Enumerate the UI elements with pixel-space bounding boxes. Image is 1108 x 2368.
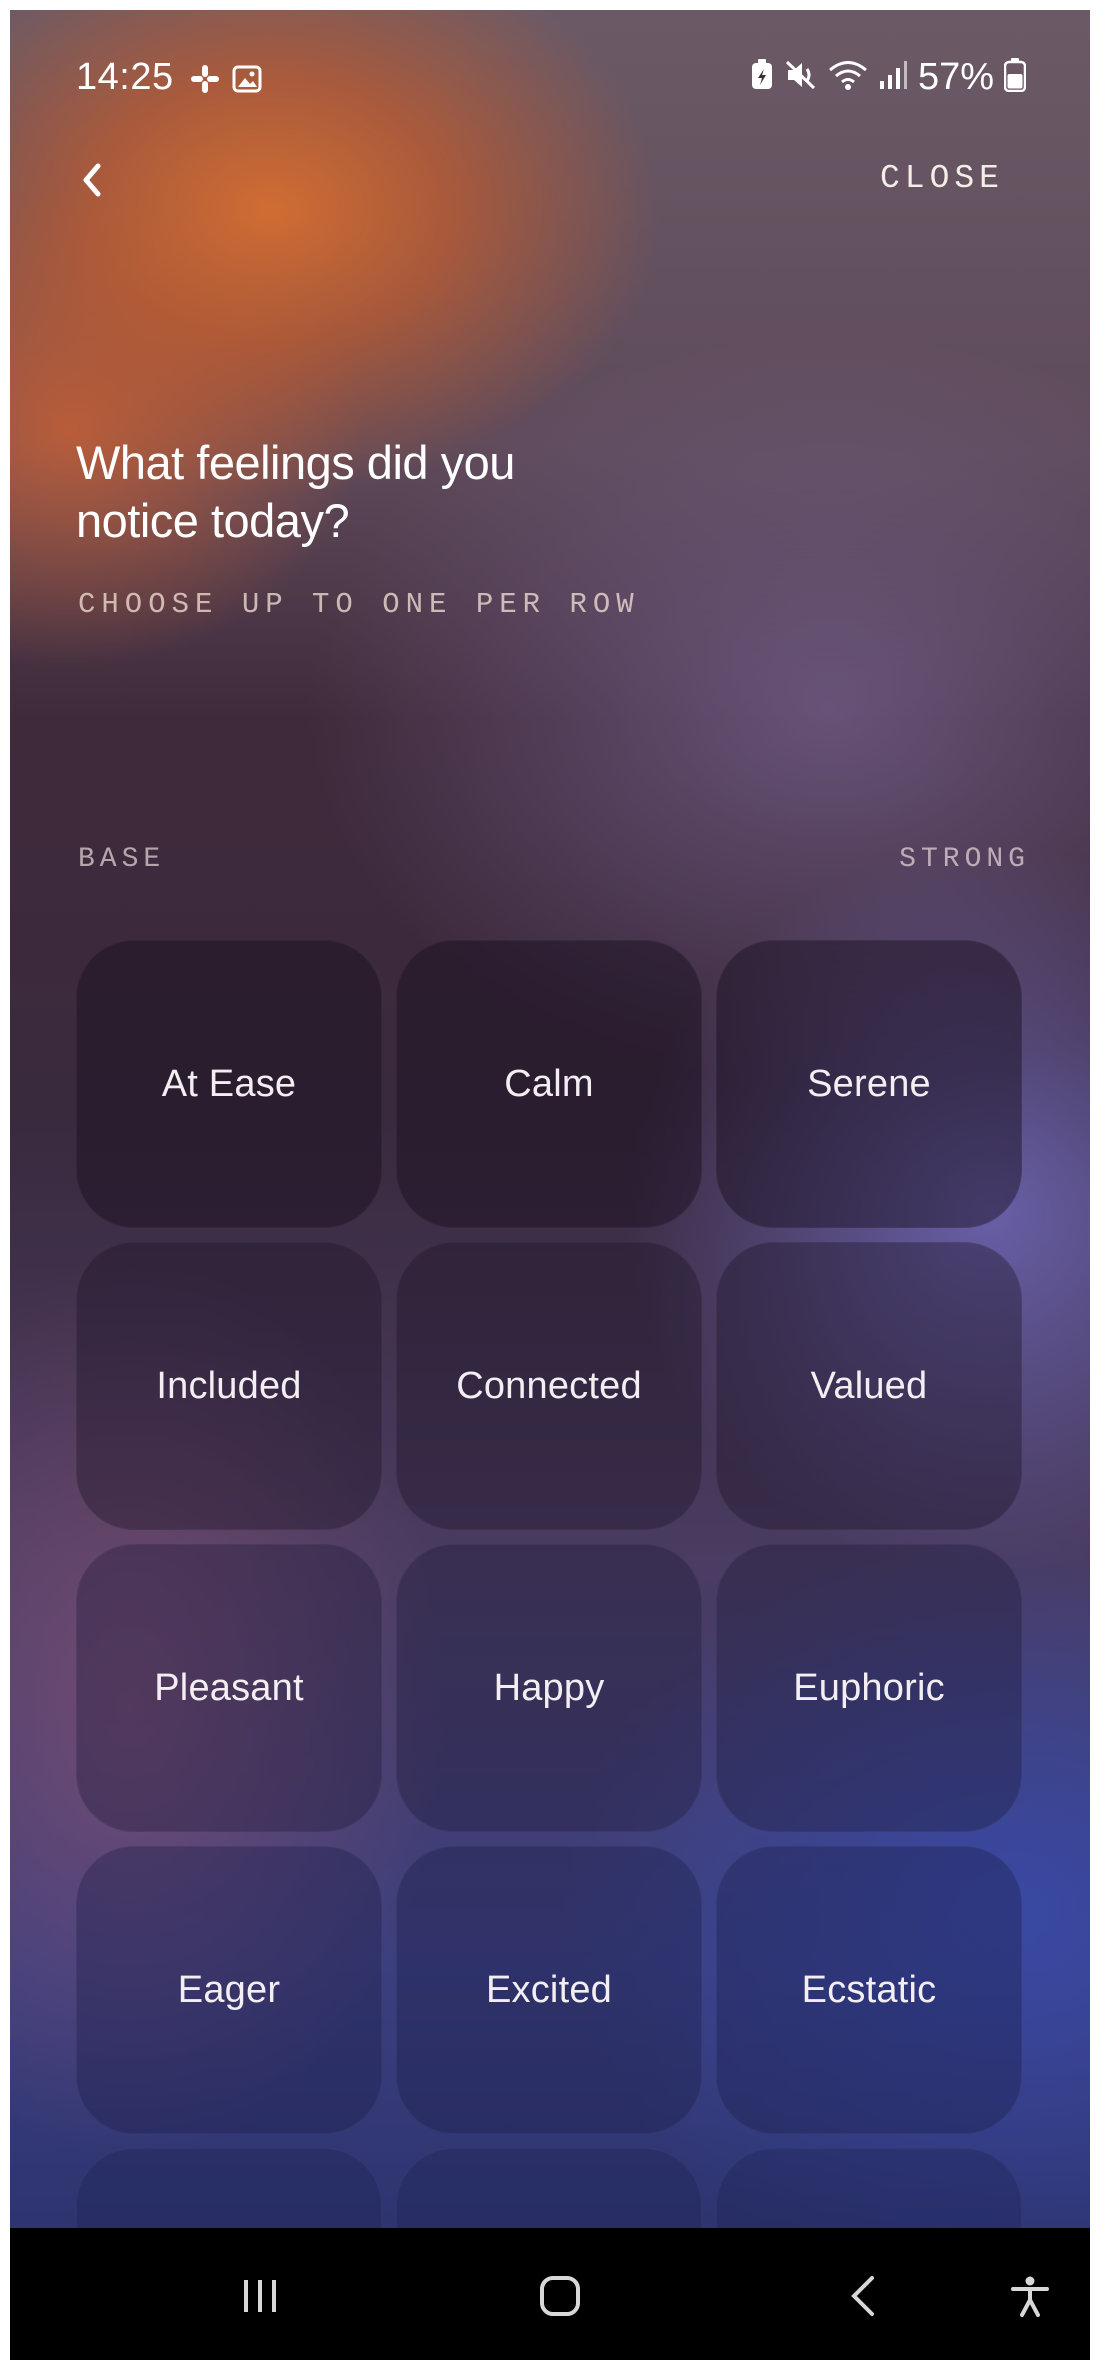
feeling-tile[interactable]: Euphoric (716, 1544, 1022, 1832)
feeling-tile[interactable]: Included (76, 1242, 382, 1530)
feeling-tile-partial[interactable] (716, 2148, 1022, 2228)
feeling-tile[interactable]: At Ease (76, 940, 382, 1228)
question-subtitle: CHOOSE UP TO ONE PER ROW (78, 588, 640, 621)
back-button[interactable] (68, 158, 116, 206)
feeling-tile[interactable]: Excited (396, 1846, 702, 2134)
close-button[interactable]: CLOSE (880, 160, 1004, 197)
feeling-tile[interactable]: Calm (396, 940, 702, 1228)
scale-base-label: BASE (78, 844, 166, 875)
chevron-left-icon (80, 162, 104, 203)
home-icon[interactable] (530, 2268, 590, 2324)
feeling-tile-partial[interactable] (396, 2148, 702, 2228)
status-right-group: 57% (750, 56, 1027, 99)
app-background: 14:25 57% CLOSE What feelings did you no… (10, 10, 1090, 2228)
feeling-tile[interactable]: Pleasant (76, 1544, 382, 1832)
system-nav-bar (10, 2228, 1090, 2360)
back-icon[interactable] (834, 2268, 894, 2324)
battery-percent: 57% (917, 56, 994, 98)
signal-icon (878, 59, 908, 96)
gallery-icon (232, 64, 262, 94)
feeling-tile-partial[interactable] (76, 2148, 382, 2228)
slack-icon (190, 64, 220, 94)
feeling-tile[interactable]: Valued (716, 1242, 1022, 1530)
recents-icon[interactable] (230, 2268, 290, 2324)
status-time: 14:25 (76, 56, 174, 98)
feeling-tile[interactable]: Eager (76, 1846, 382, 2134)
feeling-tile[interactable]: Ecstatic (716, 1846, 1022, 2134)
accessibility-icon[interactable] (1000, 2268, 1060, 2324)
question-title: What feelings did you notice today? (76, 436, 515, 547)
phone-screen: 14:25 57% CLOSE What feelings did you no… (10, 10, 1090, 2360)
feeling-tile[interactable]: Happy (396, 1544, 702, 1832)
scale-strong-label: STRONG (899, 844, 1030, 875)
feeling-tile[interactable]: Serene (716, 940, 1022, 1228)
battery-saver-icon (750, 59, 774, 96)
status-bar: 14:25 57% (10, 10, 1090, 134)
feeling-tile[interactable]: Connected (396, 1242, 702, 1530)
battery-icon (1003, 58, 1027, 97)
mute-icon (784, 59, 818, 96)
feelings-grid: At Ease Calm Serene Included Connected V… (76, 940, 1034, 2228)
wifi-icon (828, 59, 868, 96)
